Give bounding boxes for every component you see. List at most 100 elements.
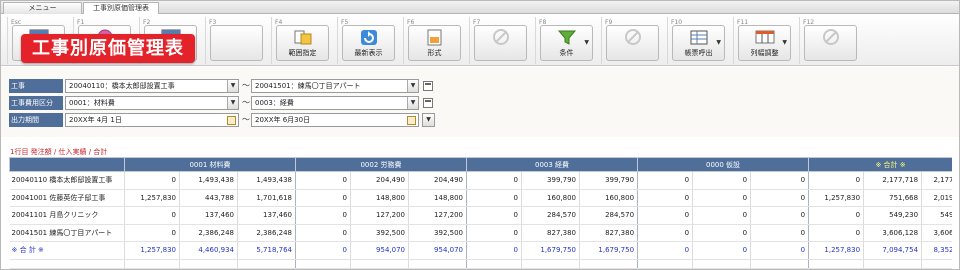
empty-cell	[408, 259, 467, 269]
toolbar-report-button[interactable]: 帳票呼出 ▼	[672, 25, 725, 61]
column-header-project	[9, 157, 125, 172]
amount-cell: 0	[750, 171, 810, 190]
amount-cell: 392,500	[350, 224, 409, 242]
amount-cell: 284,570	[521, 206, 580, 225]
toolbar-button-label: 列幅調整	[750, 49, 779, 57]
chevron-down-icon[interactable]: ▼	[227, 97, 238, 109]
amount-cell: 2,386,248	[237, 224, 296, 242]
construction-to-value: 20041501：練馬〇丁目アパート	[255, 82, 361, 90]
cost-category-to-select[interactable]: 0003：経費 ▼	[251, 96, 419, 110]
table-row[interactable]: 20040110 橋本太郎邸設置工事 0 1,493,438 1,493,438 0 20…	[9, 171, 952, 190]
chevron-down-icon[interactable]: ▼	[407, 80, 418, 92]
column-header-labor[interactable]: 0002 労務費	[295, 157, 467, 172]
empty-cell	[692, 259, 752, 269]
construction-from-select[interactable]: 20040110：橋本太郎邸設置工事 ▼	[65, 79, 239, 93]
amount-cell: 0	[466, 189, 522, 207]
project-name-cell: 20041101 月島クリニック	[9, 206, 125, 225]
amount-cell: 827,380	[579, 224, 639, 242]
chevron-down-icon[interactable]: ▼	[407, 97, 418, 109]
toolbar-slot-f7: F7	[469, 17, 529, 64]
construction-to-select[interactable]: 20041501：練馬〇丁目アパート ▼	[251, 79, 419, 93]
amount-cell: 0	[295, 241, 351, 260]
toolbar-slot-f11: F11 列幅調整 ▼	[733, 17, 793, 64]
table-header-row: 0001 材料費 0002 労務費 0003 経費 0000 仮設 ※ 合計 ※	[9, 157, 952, 172]
amount-cell: 0	[750, 224, 810, 242]
toolbar-f12-button[interactable]	[804, 25, 857, 61]
amount-cell: 0	[808, 224, 865, 242]
amount-cell: 127,200	[350, 206, 409, 225]
amount-cell: 827,380	[521, 224, 580, 242]
amount-cell: 0	[637, 206, 694, 225]
output-period-label: 出力期間	[9, 113, 63, 127]
period-dropdown[interactable]: ▼	[422, 113, 435, 127]
cost-category-from-value: 0001：材料費	[69, 99, 115, 107]
empty-cell	[237, 259, 296, 269]
calendar-icon[interactable]	[407, 116, 416, 125]
table-row[interactable]: 20041001 佐藤英佐子邸工事 1,257,830 443,788 1,701,6…	[9, 189, 952, 207]
empty-cell	[179, 259, 238, 269]
toolbar-button-label: 帳票呼出	[684, 49, 713, 57]
chevron-down-icon[interactable]: ▼	[716, 39, 721, 46]
period-to-value: 20XX年 6月30日	[255, 116, 311, 124]
toolbar-range-button[interactable]: 範囲指定	[276, 25, 329, 61]
amount-cell: 0	[637, 241, 694, 260]
cost-table: 0001 材料費 0002 労務費 0003 経費 0000 仮設 ※ 合計 ※…	[9, 157, 952, 269]
calendar-icon[interactable]	[227, 116, 236, 125]
amount-cell: 1,701,618	[237, 189, 296, 207]
empty-cell	[863, 259, 923, 269]
column-header-material[interactable]: 0001 材料費	[124, 157, 296, 172]
toolbar-button-label: 形式	[427, 49, 442, 57]
amount-cell: 1,257,830	[808, 241, 865, 260]
chevron-down-icon[interactable]: ▼	[227, 80, 238, 92]
toolbar-f7-button[interactable]	[474, 25, 527, 61]
toolbar-refresh-button[interactable]: 最新表示	[342, 25, 395, 61]
amount-cell: 0	[750, 189, 810, 207]
amount-cell: 2,019,498	[921, 189, 952, 207]
amount-cell: 0	[637, 171, 694, 190]
tab-menu[interactable]: メニュー	[3, 2, 82, 14]
chevron-down-icon[interactable]: ▼	[584, 39, 589, 46]
cost-category-label: 工事費用区分	[9, 96, 63, 110]
amount-cell: 0	[692, 171, 752, 190]
amount-cell: 0	[295, 189, 351, 207]
toolbar-filter-button[interactable]: 条件 ▼	[540, 25, 593, 61]
column-header-expense[interactable]: 0003 経費	[465, 157, 639, 172]
toolbar-columns-button[interactable]: 列幅調整 ▼	[738, 25, 791, 61]
empty-cell	[808, 259, 865, 269]
lookup-icon[interactable]	[423, 81, 433, 91]
table-body: 20040110 橋本太郎邸設置工事 0 1,493,438 1,493,438 0 20…	[9, 171, 952, 269]
toolbar-slot-f8: F8 条件 ▼	[535, 17, 595, 64]
toolbar-button-label: 最新表示	[354, 49, 383, 57]
toolbar-f9-button[interactable]	[606, 25, 659, 61]
amount-cell: 443,788	[179, 189, 238, 207]
toolbar-f3-button[interactable]	[210, 25, 263, 61]
construction-from-value: 20040110：橋本太郎邸設置工事	[69, 82, 175, 90]
amount-cell: 3,606,128	[921, 224, 952, 242]
amount-cell: 0	[466, 224, 522, 242]
amount-cell: 2,177,718	[921, 171, 952, 190]
app-window: メニュー 工事別原価管理表 EscF1?F2F3F4範囲指定F5最新表示F6形式…	[0, 0, 960, 270]
toolbar-slot-f9: F9	[601, 17, 661, 64]
amount-cell: 148,800	[350, 189, 409, 207]
filter-panel: 工事 20040110：橋本太郎邸設置工事 ▼ 〜 20041501：練馬〇丁目ア…	[1, 67, 959, 137]
empty-cell	[637, 259, 694, 269]
column-header-temporary[interactable]: 0000 仮設	[637, 157, 810, 172]
period-from-field[interactable]: 20XX年 4月 1日	[65, 113, 239, 127]
chevron-down-icon[interactable]: ▼	[782, 39, 787, 46]
cost-category-from-select[interactable]: 0001：材料費 ▼	[65, 96, 239, 110]
empty-cell	[295, 259, 351, 269]
table-total-row[interactable]: ※ 合 計 ※ 1,257,830 4,460,934 5,718,764 0 954,0…	[9, 241, 952, 260]
amount-cell: 2,386,248	[179, 224, 238, 242]
toolbar-format-button[interactable]: 形式	[408, 25, 461, 61]
table-row[interactable]: 20041101 月島クリニック 0 137,460 137,460 0 127,200 1…	[9, 206, 952, 225]
amount-cell: 0	[124, 206, 180, 225]
amount-cell: 0	[466, 171, 522, 190]
column-header-total[interactable]: ※ 合計 ※	[808, 157, 952, 172]
amount-cell: 1,257,830	[124, 189, 180, 207]
period-to-field[interactable]: 20XX年 6月30日	[251, 113, 419, 127]
amount-cell: 4,460,934	[179, 241, 238, 260]
page-title: 工事別原価管理表	[21, 34, 195, 63]
lookup-icon[interactable]	[423, 98, 433, 108]
table-row[interactable]: 20041501 練馬〇丁目アパート 0 2,386,248 2,386,248 0 39…	[9, 224, 952, 242]
chevron-down-icon[interactable]: ▼	[423, 114, 434, 126]
